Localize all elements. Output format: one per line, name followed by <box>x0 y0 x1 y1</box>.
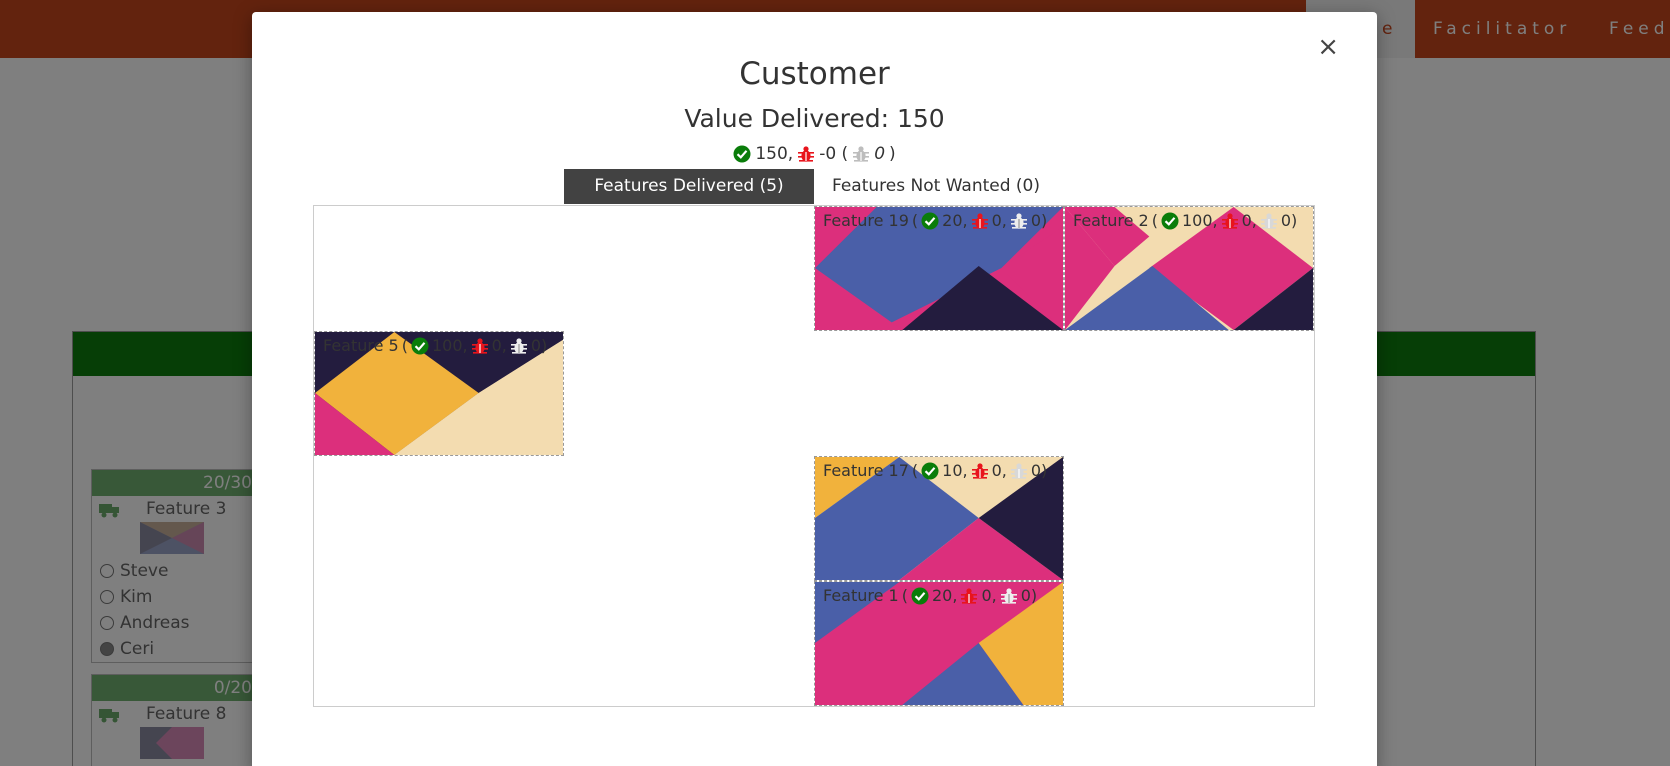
modal-title: Customer <box>739 56 890 92</box>
feature-tile[interactable]: Feature 2( 100, 0, 0) <box>1064 206 1314 331</box>
feature-bug: 0, <box>981 586 997 605</box>
summary-bug: -0 ( <box>819 144 849 164</box>
value-summary: 150, -0 ( 0 ) <box>252 144 1377 164</box>
feature-ignored: 0) <box>530 336 548 355</box>
ignored-bug-icon <box>510 337 527 354</box>
feature-bug: 0, <box>1241 211 1257 230</box>
bug-icon <box>1221 212 1238 229</box>
feature-name: Feature 2 <box>1073 211 1149 230</box>
feature-ignored: 0) <box>1020 586 1038 605</box>
features-grid: Feature 19( 20, 0, 0) Feature 2( 100, 0,… <box>313 205 1315 707</box>
value-delivered: Value Delivered: 150 <box>684 104 945 133</box>
feature-tile[interactable]: Feature 1( 20, 0, 0) <box>814 581 1064 706</box>
feature-tile[interactable]: Feature 17( 10, 0, 0) <box>814 456 1064 581</box>
bug-icon <box>471 337 488 354</box>
summary-close-paren: ) <box>889 144 896 164</box>
feature-label: Feature 19( 20, 0, 0) <box>823 211 1048 230</box>
summary-ignored: 0 <box>874 144 886 164</box>
feature-tile[interactable]: Feature 19( 20, 0, 0) <box>814 206 1064 331</box>
summary-ok: 150, <box>755 144 794 164</box>
bug-icon <box>971 462 988 479</box>
ignored-bug-icon <box>1010 212 1027 229</box>
bug-icon <box>961 587 978 604</box>
feature-ok: 20, <box>931 586 958 605</box>
feature-bug: 0, <box>991 211 1007 230</box>
feature-name: Feature 1 <box>823 586 899 605</box>
feature-ignored: 0) <box>1280 211 1298 230</box>
feature-name: Feature 17 <box>823 461 909 480</box>
check-circle-icon <box>921 462 939 479</box>
tab-bar: Features Delivered (5) Features Not Want… <box>564 169 1058 204</box>
check-circle-icon <box>911 587 929 604</box>
feature-ok: 100, <box>431 336 468 355</box>
feature-ok: 100, <box>1181 211 1218 230</box>
ignored-bug-icon <box>1010 462 1027 479</box>
check-circle-icon <box>733 145 751 163</box>
tab-features-not-wanted[interactable]: Features Not Wanted (0) <box>814 169 1058 204</box>
feature-bug: 0, <box>991 461 1007 480</box>
ignored-bug-icon <box>1260 212 1277 229</box>
check-circle-icon <box>1161 212 1179 229</box>
ignored-bug-icon <box>1000 587 1017 604</box>
ignored-bug-icon <box>853 146 870 162</box>
feature-label: Feature 2( 100, 0, 0) <box>1073 211 1298 230</box>
tab-features-delivered[interactable]: Features Delivered (5) <box>564 169 814 204</box>
feature-ok: 20, <box>942 211 968 230</box>
bug-icon <box>798 146 815 162</box>
feature-ignored: 0) <box>1030 211 1048 230</box>
feature-label: Feature 17( 10, 0, 0) <box>823 461 1048 480</box>
feature-name: Feature 19 <box>823 211 909 230</box>
feature-label: Feature 1( 20, 0, 0) <box>823 586 1038 605</box>
feature-tile[interactable]: Feature 5( 100, 0, 0) <box>314 331 564 456</box>
feature-name: Feature 5 <box>323 336 399 355</box>
check-circle-icon <box>411 337 429 354</box>
feature-ignored: 0) <box>1030 461 1048 480</box>
feature-ok: 10, <box>942 461 968 480</box>
feature-label: Feature 5( 100, 0, 0) <box>323 336 548 355</box>
feature-bug: 0, <box>491 336 507 355</box>
bug-icon <box>971 212 988 229</box>
check-circle-icon <box>921 212 939 229</box>
